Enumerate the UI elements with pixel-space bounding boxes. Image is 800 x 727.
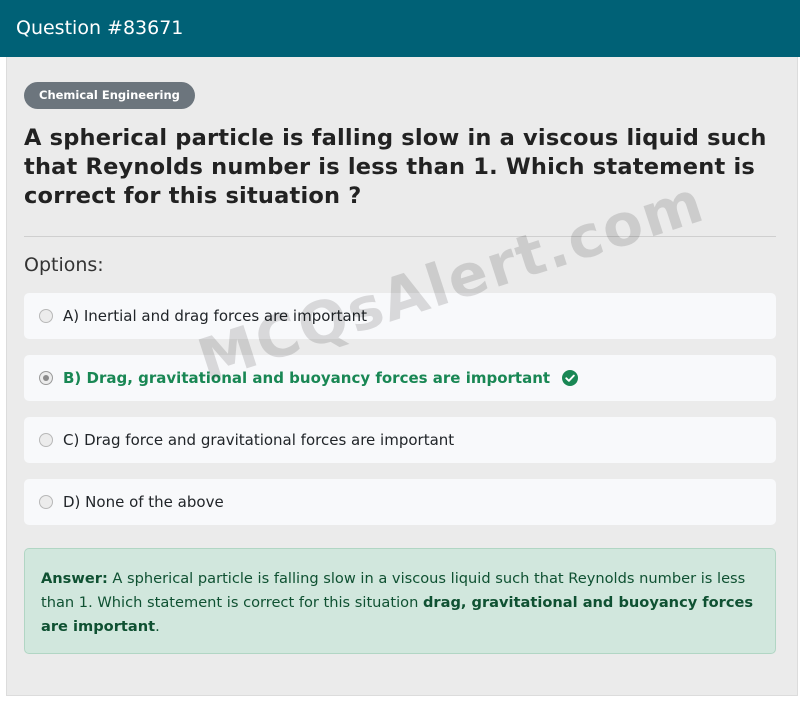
option-label: B) Drag, gravitational and buoyancy forc… bbox=[63, 369, 551, 387]
radio-button-selected[interactable] bbox=[39, 371, 53, 385]
radio-button[interactable] bbox=[39, 433, 53, 447]
option-label: A) Inertial and drag forces are importan… bbox=[63, 307, 368, 325]
option-label: D) None of the above bbox=[63, 493, 224, 511]
question-text: A spherical particle is falling slow in … bbox=[24, 125, 767, 209]
question-number: Question #83671 bbox=[16, 17, 184, 39]
option-c[interactable]: C) Drag force and gravitational forces a… bbox=[24, 417, 776, 463]
answer-label: Answer: bbox=[41, 570, 108, 587]
option-b[interactable]: B) Drag, gravitational and buoyancy forc… bbox=[24, 355, 776, 401]
options-label: Options: bbox=[24, 254, 104, 276]
check-circle-icon bbox=[562, 370, 579, 386]
divider bbox=[24, 236, 776, 237]
radio-button[interactable] bbox=[39, 495, 53, 509]
option-a[interactable]: A) Inertial and drag forces are importan… bbox=[24, 293, 776, 339]
option-label: C) Drag force and gravitational forces a… bbox=[63, 431, 455, 449]
radio-button[interactable] bbox=[39, 309, 53, 323]
option-d[interactable]: D) None of the above bbox=[24, 479, 776, 525]
category-badge[interactable]: Chemical Engineering bbox=[24, 82, 195, 109]
answer-suffix: . bbox=[155, 618, 160, 635]
question-header: Question #83671 bbox=[0, 0, 800, 57]
answer-box: Answer: A spherical particle is falling … bbox=[24, 548, 776, 654]
